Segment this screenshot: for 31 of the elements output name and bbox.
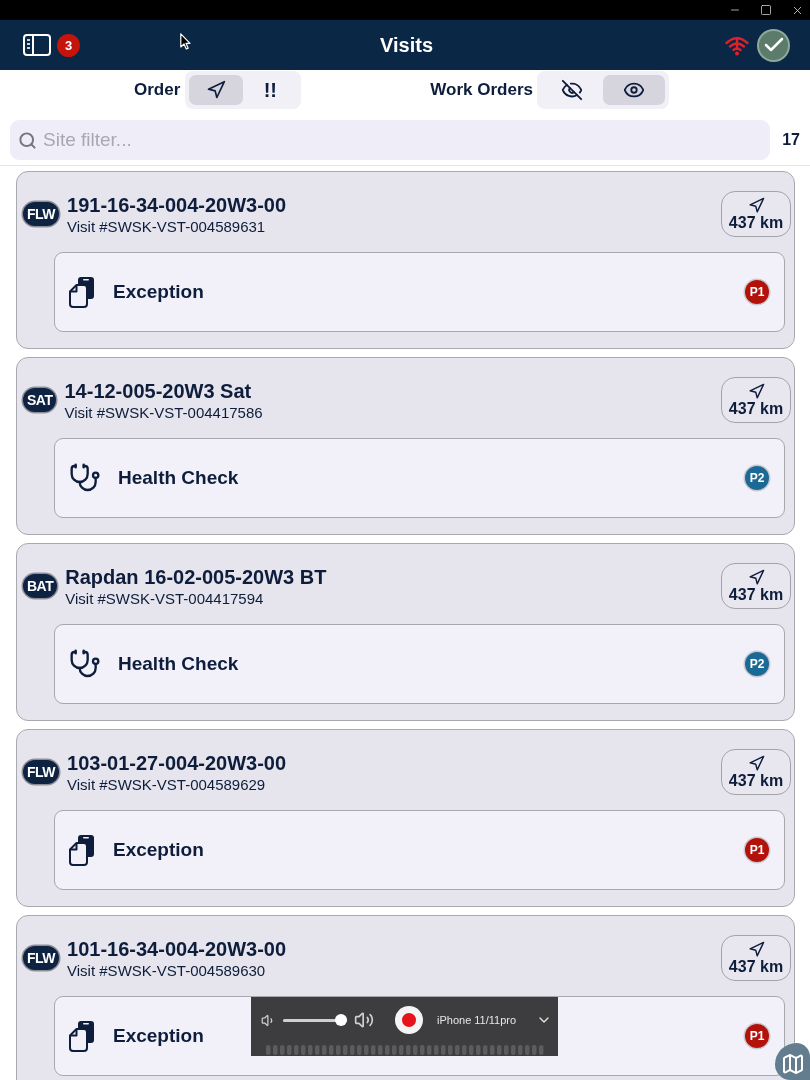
visit-number: Visit #SWSK-VST-004589629: [67, 774, 267, 794]
device-name: iPhone 11/11pro: [437, 1012, 517, 1028]
priority-badge: P1: [745, 1024, 769, 1048]
site-type-badge: SAT: [23, 388, 57, 412]
work-order-label: Health Check: [118, 651, 239, 676]
site-name: 14-12-005-20W3 Sat: [64, 378, 253, 403]
visit-number: Visit #SWSK-VST-004417594: [65, 588, 265, 608]
work-order-label: Exception: [113, 837, 204, 862]
notification-badge: 3: [57, 33, 80, 57]
site-type-badge: BAT: [23, 574, 58, 598]
result-count: 17: [782, 130, 800, 150]
site-name: 103-01-27-004-20W3-00: [67, 750, 287, 775]
site-name: Rapdan 16-02-005-20W3 BT: [65, 564, 327, 589]
site-type-badge: FLW: [23, 202, 60, 226]
priority-badge: P2: [745, 652, 769, 676]
site-name: 101-16-34-004-20W3-00: [67, 936, 287, 961]
work-orders-label: Work Orders: [430, 79, 533, 102]
order-label: Order: [134, 79, 181, 102]
site-name: 191-16-34-004-20W3-00: [67, 192, 287, 217]
priority-badge: P1: [745, 280, 769, 304]
page-title: Visits: [380, 33, 433, 58]
work-order-label: Health Check: [118, 465, 239, 490]
priority-badge: P2: [745, 466, 769, 490]
work-order-label: Exception: [113, 279, 204, 304]
priority-badge: P1: [745, 838, 769, 862]
work-order-label: Exception: [113, 1023, 204, 1048]
visit-number: Visit #SWSK-VST-004589630: [67, 960, 267, 980]
site-type-badge: FLW: [23, 760, 60, 784]
visit-number: Visit #SWSK-VST-004589631: [67, 216, 267, 236]
site-type-badge: FLW: [23, 946, 60, 970]
visit-number: Visit #SWSK-VST-004417586: [64, 402, 263, 422]
